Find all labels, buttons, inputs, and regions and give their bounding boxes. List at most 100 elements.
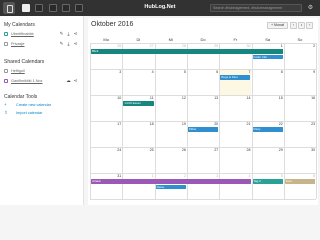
calendar-event[interactable]: Blick (91, 49, 283, 54)
calendar-panel: Oktober 2016 + Monat ‹ • › Mo Di Mi Do Fr Sa S… (88, 18, 318, 205)
day-cell-number[interactable]: 23 (305, 122, 315, 126)
calendar-tools-title: Calendar Tools (4, 94, 38, 100)
day-cell-number[interactable]: 11 (144, 96, 154, 100)
edit-icon[interactable]: ✎ (59, 41, 64, 47)
day-cell-number[interactable]: 2 (176, 174, 186, 178)
activity-app-icon[interactable] (75, 4, 83, 12)
day-cell-number[interactable]: 26 (111, 44, 121, 48)
day-cell-number[interactable]: 26 (176, 148, 186, 152)
grid-line (186, 43, 188, 199)
day-cell-number[interactable]: 1 (273, 44, 283, 48)
day-header: So (297, 37, 303, 42)
day-cell-number[interactable]: 6 (305, 174, 315, 178)
day-cell-number[interactable]: 12 (176, 96, 186, 100)
share-icon[interactable]: ⋖ (73, 78, 78, 84)
day-cell-number[interactable]: 5 (273, 174, 283, 178)
calendar-name[interactable]: Gasifhniktiki 1.Noz (11, 78, 42, 84)
calendar-name[interactable]: Ubertiftnabbir (11, 31, 34, 37)
calendar-event[interactable]: Keller Info (252, 54, 283, 59)
calendar-checkbox[interactable] (4, 69, 8, 73)
calendar-event[interactable]: Reise (155, 184, 186, 189)
day-header: Mi (168, 37, 173, 42)
shared-calendars-title: Shared Calendars (4, 59, 45, 65)
day-cell-number[interactable]: 7 (241, 70, 251, 74)
prev-button[interactable]: ‹ (290, 22, 297, 29)
day-cell-number[interactable]: 27 (144, 44, 154, 48)
day-cell-number[interactable]: 9 (305, 70, 315, 74)
day-cell-number[interactable]: 6 (208, 70, 218, 74)
calendar-event[interactable]: Rugs & Kino (220, 75, 251, 80)
calendar-item[interactable]: Privasje ✎ ⤓ ⋖ (4, 41, 82, 49)
day-cell-number[interactable]: 14 (241, 96, 251, 100)
calendar-event[interactable]: Pkbw (187, 127, 219, 132)
day-cell-number[interactable]: 22 (273, 122, 283, 126)
day-cell-number[interactable]: 24 (111, 148, 121, 152)
download-icon[interactable]: ⤓ (66, 41, 71, 47)
day-cell-number[interactable]: 28 (241, 148, 251, 152)
calendar-name[interactable]: Heftigull (11, 68, 25, 74)
search-input[interactable]: Search #hubhagement, #hubzmanagement (210, 4, 302, 12)
day-cell-number[interactable]: 3 (111, 70, 121, 74)
day-cell-number[interactable]: 29 (208, 44, 218, 48)
share-icon[interactable]: ⋖ (73, 41, 78, 47)
day-cell-number[interactable]: 30 (305, 148, 315, 152)
calendar-event[interactable]: Party (252, 127, 283, 132)
create-calendar-button[interactable]: + Create new calendar (4, 102, 82, 109)
day-cell-number[interactable]: 4 (144, 70, 154, 74)
calendar-item[interactable]: Heftigull (4, 68, 82, 76)
day-cell-number[interactable]: 16 (305, 96, 315, 100)
calendar-event[interactable]: Tag 2 (252, 179, 283, 184)
day-cell-number[interactable]: 13 (208, 96, 218, 100)
day-cell-number[interactable]: 4 (241, 174, 251, 178)
day-cell-number[interactable]: 8 (273, 70, 283, 74)
tool-label[interactable]: Create new calendar (16, 102, 51, 108)
gallery-app-icon[interactable] (62, 4, 70, 12)
calendar-name[interactable]: Privasje (11, 41, 25, 47)
grid-line (251, 43, 253, 199)
calendar-item[interactable]: Ubertiftnabbir ✎ ⤓ ⋖ (4, 31, 82, 39)
day-cell-number[interactable]: 30 (241, 44, 251, 48)
day-cell-number[interactable]: 5 (176, 70, 186, 74)
day-cell-number[interactable]: 2 (305, 44, 315, 48)
calendar-event[interactable]: Fest (284, 179, 316, 184)
edit-icon[interactable]: ✎ (59, 31, 64, 37)
settings-icon[interactable]: ⚙ (306, 4, 315, 12)
import-calendar-button[interactable]: ⇧ Import calendar (4, 110, 82, 117)
day-header: Di (136, 37, 141, 42)
day-cell-number[interactable]: 1 (144, 174, 154, 178)
calendar-item[interactable]: Gasifhniktiki 1.Noz ☁ ⋖ (4, 78, 82, 86)
calendar-checkbox[interactable] (4, 79, 8, 83)
upload-icon: ⇧ (4, 110, 8, 115)
today-button[interactable]: • (298, 22, 305, 29)
day-header: Sa (265, 37, 271, 42)
day-cell-number[interactable]: 10 (111, 96, 121, 100)
calendar-event[interactable]: 14:00 Essen (123, 101, 154, 106)
day-cell-number[interactable]: 17 (111, 122, 121, 126)
day-cell-number[interactable]: 28 (176, 44, 186, 48)
calendar-event[interactable]: Urlaub (91, 179, 251, 184)
view-select-button[interactable]: + Monat (267, 22, 288, 29)
day-cell-number[interactable]: 3 (208, 174, 218, 178)
day-cell-number[interactable]: 19 (176, 122, 186, 126)
grid-line (90, 43, 91, 199)
plus-icon: + (4, 102, 7, 107)
calendar-checkbox[interactable] (4, 32, 8, 36)
day-cell-number[interactable]: 27 (208, 148, 218, 152)
day-cell-number[interactable]: 21 (241, 122, 251, 126)
app-logo[interactable] (3, 2, 15, 14)
share-icon[interactable]: ⋖ (73, 31, 78, 37)
calendar-app-icon[interactable] (22, 4, 30, 12)
files-app-icon[interactable] (35, 4, 43, 12)
contacts-app-icon[interactable] (49, 4, 57, 12)
day-cell-number[interactable]: 20 (208, 122, 218, 126)
next-button[interactable]: › (306, 22, 313, 29)
download-icon[interactable]: ☁ (66, 78, 71, 84)
calendar-checkbox[interactable] (4, 42, 8, 46)
day-cell-number[interactable]: 29 (273, 148, 283, 152)
day-cell-number[interactable]: 15 (273, 96, 283, 100)
day-cell-number[interactable]: 18 (144, 122, 154, 126)
tool-label[interactable]: Import calendar (16, 110, 42, 116)
day-cell-number[interactable]: 25 (144, 148, 154, 152)
download-icon[interactable]: ⤓ (66, 31, 71, 37)
day-cell-number[interactable]: 31 (111, 174, 121, 178)
